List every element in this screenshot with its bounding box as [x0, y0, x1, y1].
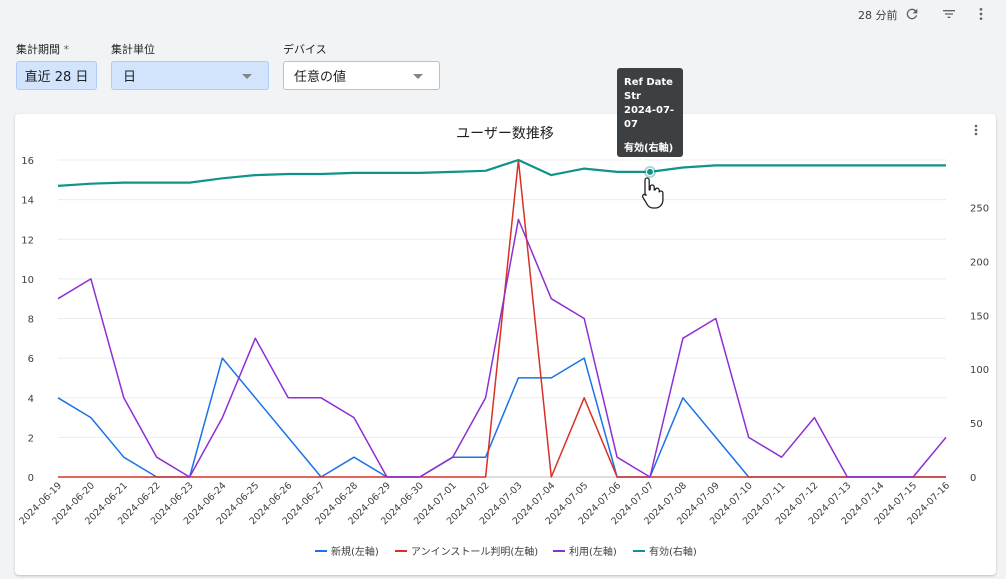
tooltip-metric-label: 有効(右軸): [624, 143, 674, 154]
y-right-tick-label: 200: [970, 257, 989, 268]
series-line: [57, 158, 946, 187]
legend-label: 有効(右軸): [649, 545, 697, 558]
y-left-tick-label: 16: [21, 156, 34, 167]
y-left-tick-label: 14: [21, 196, 34, 207]
unit-value: 日: [123, 70, 137, 85]
refresh-icon[interactable]: [901, 3, 923, 25]
legend-label: アンインストール判明(左軸): [411, 545, 538, 558]
y-right-tick-label: 150: [970, 311, 989, 322]
y-left-tick-label: 12: [21, 235, 34, 246]
unit-select[interactable]: 日: [111, 61, 269, 90]
device-select[interactable]: 任意の値: [283, 61, 440, 90]
y-left-tick-label: 0: [28, 473, 34, 484]
date-range-label: 集計期間 *: [16, 43, 70, 56]
required-mark: *: [63, 43, 70, 56]
chevron-down-icon: [413, 74, 423, 79]
legend-label: 新規(左軸): [331, 545, 379, 558]
chart-card: ユーザー数推移 0 2 4 6 8 10 12 14 16 0 50 100 150 200 250 2024…: [15, 114, 996, 575]
series-line: [57, 357, 946, 478]
legend-label: 利用(左軸): [569, 545, 617, 558]
y-left-tick-label: 2: [28, 433, 34, 444]
device-value: 任意の値: [294, 70, 347, 85]
date-range-control[interactable]: 直近 28 日: [16, 61, 97, 90]
filter-icon[interactable]: [938, 3, 960, 25]
hand-cursor-icon: [641, 177, 664, 209]
y-left-tick-label: 6: [28, 354, 34, 365]
series-line: [57, 218, 947, 478]
y-right-tick-label: 50: [970, 419, 983, 430]
y-left-tick-label: 8: [28, 315, 34, 326]
top-bar: 28 分前: [0, 0, 1006, 28]
tooltip-dimension-value: 2024-07-07: [624, 105, 675, 130]
chart-tooltip: Ref Date Str 2024-07-07 有効(右軸) 283: [617, 68, 683, 168]
more-vert-icon[interactable]: [970, 3, 992, 25]
more-vert-icon[interactable]: [974, 124, 978, 136]
chart-title: ユーザー数推移: [456, 126, 554, 142]
tooltip-metric-value: 283: [624, 157, 645, 168]
y-left-tick-label: 10: [21, 275, 34, 286]
line-chart: ユーザー数推移 02468101214160501001502002502024…: [17, 124, 989, 558]
date-range-value: 直近 28 日: [24, 70, 89, 85]
y-right-tick-label: 250: [970, 203, 989, 214]
unit-label: 集計単位: [111, 43, 155, 56]
tooltip-dimension-label: Ref Date Str: [624, 77, 673, 102]
last-updated-text: 28 分前: [858, 9, 898, 22]
chevron-down-icon: [242, 74, 252, 79]
y-left-tick-label: 4: [28, 394, 34, 405]
y-right-tick-label: 0: [970, 473, 976, 484]
y-right-tick-label: 100: [970, 365, 989, 376]
device-label: デバイス: [283, 43, 327, 56]
